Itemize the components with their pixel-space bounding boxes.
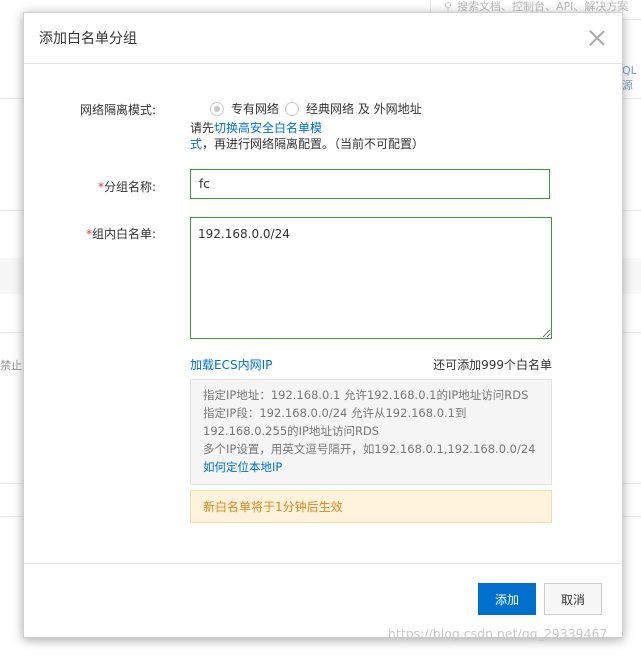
locate-local-ip-link[interactable]: 如何定位本地IP [203, 458, 539, 476]
background-edge-text: QL源 [622, 64, 637, 92]
note-prefix: 请先 [190, 121, 215, 135]
group-name-label-text: 分组名称: [103, 180, 156, 194]
radio-vpc[interactable] [210, 101, 224, 116]
group-name-label: *分组名称: [98, 178, 156, 195]
whitelist-textarea[interactable]: 192.168.0.0/24 [190, 217, 552, 339]
tip-line: 多个IP设置，用英文逗号隔开，如192.168.0.1,192.168.0.0/… [203, 442, 536, 456]
add-whitelist-group-dialog: 添加白名单分组 网络隔离模式: 专有网络 经典网络 及 外网地址 请先切换高安全… [23, 12, 623, 638]
dialog-header: 添加白名单分组 [24, 13, 622, 64]
radio-classic[interactable] [285, 101, 300, 116]
group-name-input[interactable] [190, 169, 550, 199]
effective-notice: 新白名单将于1分钟后生效 [190, 490, 552, 523]
load-ecs-ip-link[interactable]: 加载ECS内网IP [190, 356, 272, 373]
whitelist-tips-box: 指定IP地址：192.168.0.1 允许192.168.0.1的IP地址访问R… [190, 379, 552, 485]
whitelist-label-text: 组内白名单: [91, 227, 156, 241]
background-edge-text: 禁止 [0, 359, 22, 372]
cancel-button[interactable]: 取消 [544, 583, 602, 615]
tip-line: 指定IP地址：192.168.0.1 允许192.168.0.1的IP地址访问R… [203, 388, 529, 402]
watermark-text: https://blog.csdn.net/qq_29339467 [388, 626, 608, 641]
network-mode-note: 请先切换高安全白名单模式，再进行网络隔离配置。（当前不可配置） [190, 120, 552, 152]
close-icon[interactable] [588, 29, 606, 47]
remaining-count-text: 还可添加999个白名单 [433, 358, 552, 372]
tip-line: 指定IP段：192.168.0.0/24 允许从192.168.0.1到192.… [203, 406, 467, 438]
note-suffix: ，再进行网络隔离配置。（当前不可配置） [202, 137, 425, 151]
network-mode-radio-group: 专有网络 经典网络 及 外网地址 [210, 100, 428, 117]
network-mode-label: 网络隔离模式: [79, 103, 156, 117]
add-button[interactable]: 添加 [478, 583, 536, 615]
search-icon: ⚲ [443, 0, 453, 13]
whitelist-label: *组内白名单: [86, 225, 156, 242]
dialog-title: 添加白名单分组 [39, 31, 137, 47]
radio-vpc-label[interactable]: 专有网络 [231, 100, 279, 117]
radio-classic-label[interactable]: 经典网络 及 外网地址 [306, 100, 422, 117]
